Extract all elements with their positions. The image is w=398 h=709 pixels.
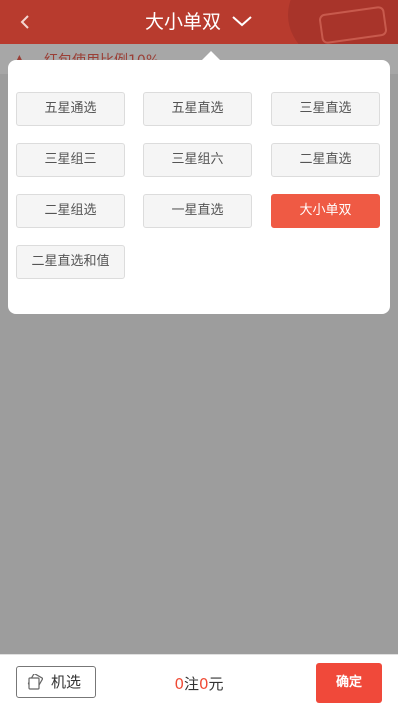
confirm-button[interactable]: 确定 <box>316 663 382 703</box>
play-option-yixing-zhixuan[interactable]: 一星直选 <box>143 194 252 228</box>
chevron-down-icon <box>232 16 252 27</box>
play-option-sanxing-zhixuan[interactable]: 三星直选 <box>271 92 380 126</box>
bet-amount: 0 <box>199 675 209 693</box>
play-option-sanxing-zusan[interactable]: 三星组三 <box>16 143 125 177</box>
bottom-action-bar: 机选 0注0元 确定 <box>0 654 398 709</box>
play-option-erxing-zuxuan[interactable]: 二星组选 <box>16 194 125 228</box>
bet-count-unit: 注 <box>183 675 199 693</box>
play-option-erxing-zhixuan[interactable]: 二星直选 <box>271 143 380 177</box>
bet-amount-unit: 元 <box>208 675 224 693</box>
play-option-sanxing-zuliu[interactable]: 三星组六 <box>143 143 252 177</box>
play-option-wuxing-zhixuan[interactable]: 五星直选 <box>143 92 252 126</box>
bet-count: 0 <box>174 675 184 693</box>
play-option-wuxing-tongxuan[interactable]: 五星通选 <box>16 92 125 126</box>
popup-pointer <box>201 51 221 61</box>
page-title: 大小单双 <box>144 11 221 33</box>
play-option-erxing-hezhi[interactable]: 二星直选和值 <box>16 245 125 279</box>
top-nav-bar: 大小单双 <box>0 0 398 44</box>
play-option-daxiao-danshuang[interactable]: 大小单双 <box>271 194 380 228</box>
play-type-popup: 五星通选 五星直选 三星直选 三星组三 三星组六 二星直选 二星组选 一星直选 … <box>8 51 390 314</box>
